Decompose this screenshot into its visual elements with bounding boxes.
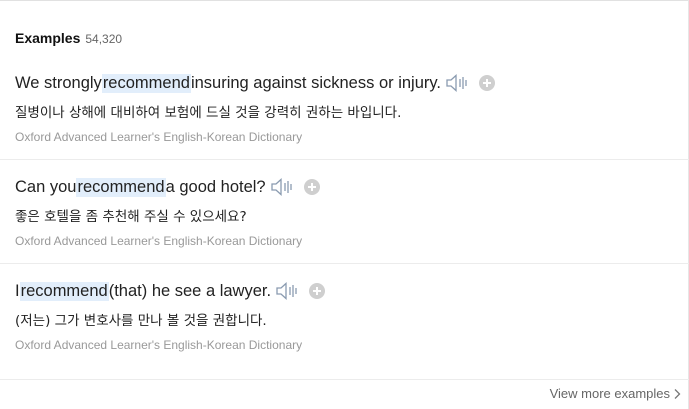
add-to-wordbook-icon[interactable] bbox=[303, 179, 320, 195]
speaker-icon[interactable] bbox=[270, 178, 295, 196]
sentence-text: (that) he see a lawyer. bbox=[108, 281, 272, 300]
example-source: Oxford Advanced Learner's English-Korean… bbox=[15, 338, 303, 352]
example-item: We strongly recommend insuring against s… bbox=[15, 72, 689, 144]
example-translation: 좋은 호텔을 좀 추천해 주실 수 있으세요? bbox=[15, 209, 247, 225]
highlighted-word[interactable]: recommend bbox=[101, 73, 191, 93]
section-title: Examples bbox=[15, 30, 81, 46]
speaker-icon[interactable] bbox=[276, 282, 300, 300]
example-item: Can you recommend a good hotel? 좋은 호텔을 좀… bbox=[15, 176, 689, 248]
speaker-icon[interactable] bbox=[446, 74, 470, 92]
example-translation: 질병이나 상해에 대비하여 보험에 드실 것을 강력히 권하는 바입니다. bbox=[15, 105, 402, 121]
top-divider bbox=[0, 0, 689, 1]
highlighted-word[interactable]: recommend bbox=[19, 281, 109, 301]
view-more-label: View more examples bbox=[549, 386, 670, 401]
sentence-text: insuring against sickness or injury. bbox=[190, 73, 441, 92]
sentence-text: a good hotel? bbox=[165, 177, 266, 196]
examples-header: Examples 54,320 bbox=[15, 30, 122, 46]
divider bbox=[0, 263, 689, 264]
view-more-examples-link[interactable]: View more examples bbox=[550, 386, 681, 401]
example-source: Oxford Advanced Learner's English-Korean… bbox=[15, 130, 303, 144]
add-to-wordbook-icon[interactable] bbox=[479, 75, 495, 91]
example-sentence: We strongly recommend insuring against s… bbox=[15, 72, 689, 94]
sentence-text: We strongly bbox=[15, 73, 102, 92]
add-to-wordbook-icon[interactable] bbox=[309, 283, 326, 299]
highlighted-word[interactable]: recommend bbox=[76, 177, 166, 197]
sentence-text: Can you bbox=[15, 177, 77, 196]
example-source: Oxford Advanced Learner's English-Korean… bbox=[15, 234, 303, 248]
example-sentence: I recommend (that) he see a lawyer. bbox=[15, 280, 689, 302]
examples-count: 54,320 bbox=[85, 32, 123, 46]
example-item: I recommend (that) he see a lawyer. (저는)… bbox=[15, 280, 689, 352]
divider bbox=[0, 379, 689, 380]
example-sentence: Can you recommend a good hotel? bbox=[15, 176, 689, 198]
divider bbox=[0, 159, 689, 160]
chevron-right-icon bbox=[674, 388, 681, 399]
example-translation: (저는) 그가 변호사를 만나 볼 것을 권합니다. bbox=[15, 313, 267, 329]
